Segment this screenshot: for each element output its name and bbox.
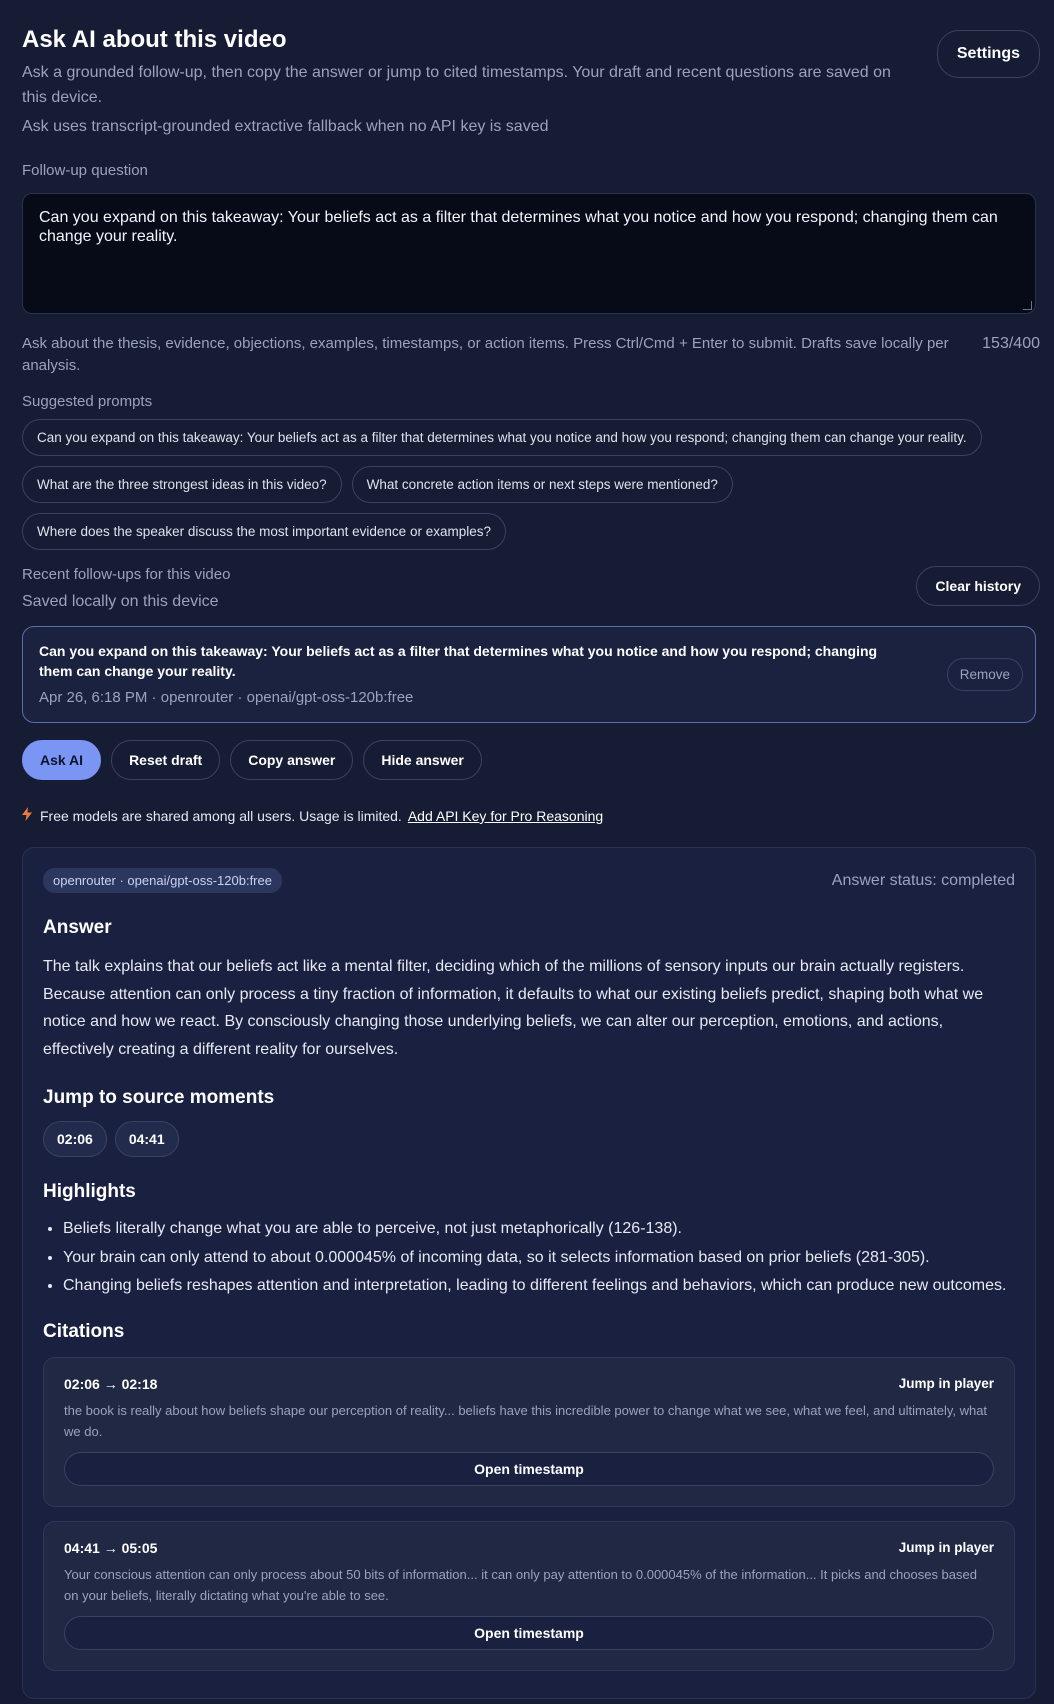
highlight-item: Your brain can only attend to about 0.00… [63,1244,1015,1273]
open-timestamp-button[interactable]: Open timestamp [64,1451,994,1486]
answer-heading: Answer [43,917,112,938]
citation-header: 02:06 → 02:18 Jump in player [64,1376,994,1392]
suggested-prompt-chip[interactable]: Where does the speaker discuss the most … [22,513,506,550]
history-subtitle: Saved locally on this device [22,593,219,610]
history-meta: Apr 26, 6:18 PM · openrouter · openai/gp… [39,689,414,706]
citation-text: the book is really about how beliefs sha… [64,1402,988,1439]
jump-heading: Jump to source moments [43,1087,275,1108]
page-subtitle: Ask a grounded follow-up, then copy the … [22,64,891,106]
timestamp-chip[interactable]: 04:41 [114,1121,179,1157]
question-label: Follow-up question [22,162,148,179]
open-timestamp-button[interactable]: Open timestamp [64,1615,994,1650]
jump-in-player-link[interactable]: Jump in player [899,1376,994,1392]
citation-header: 04:41 → 05:05 Jump in player [64,1540,994,1556]
question-help: Ask about the thesis, evidence, objectio… [22,335,949,374]
jump-in-player-link[interactable]: Jump in player [899,1540,994,1556]
history-title: Recent follow-ups for this video [22,566,231,583]
suggested-prompt-chip[interactable]: Can you expand on this takeaway: Your be… [22,419,982,456]
history-question: Can you expand on this takeaway: Your be… [39,643,878,679]
reset-draft-button[interactable]: Reset draft [111,740,221,780]
history-header: Recent follow-ups for this video Saved l… [22,566,1040,616]
settings-button[interactable]: Settings [936,30,1040,78]
citations-heading: Citations [43,1320,125,1342]
suggested-prompt-chip[interactable]: What concrete action items or next steps… [351,466,733,503]
clear-history-button[interactable]: Clear history [916,566,1040,606]
answer-text: The talk explains that our beliefs act l… [43,958,984,1058]
resize-handle-icon[interactable] [1023,301,1032,310]
remove-history-button[interactable]: Remove [946,658,1023,691]
action-bar: Ask AI Reset draft Copy answer Hide answ… [22,740,1040,780]
copy-answer-button[interactable]: Copy answer [230,740,354,780]
citation-range: 02:06 → 02:18 [64,1375,158,1392]
source-timestamps: 02:06 04:41 [43,1121,1015,1157]
hide-answer-button[interactable]: Hide answer [363,740,482,780]
ask-ai-panel: Ask AI about this video Ask a grounded f… [0,0,1054,1699]
ask-ai-button[interactable]: Ask AI [22,740,102,780]
header: Ask AI about this video Ask a grounded f… [22,26,1040,136]
mode-note: Ask uses transcript-grounded extractive … [22,118,549,135]
page-title: Ask AI about this video [22,26,287,53]
question-textarea[interactable]: Can you expand on this takeaway: Your be… [22,193,1036,314]
answer-top-row: openrouter · openai/gpt-oss-120b:free An… [43,868,1015,893]
highlights-list: Beliefs literally change what you are ab… [43,1215,1015,1301]
answer-status: Answer status: completed [831,871,1015,889]
suggested-prompt-chip[interactable]: What are the three strongest ideas in th… [22,466,342,503]
timestamp-chip[interactable]: 02:06 [43,1121,107,1157]
usage-notice-text: Free models are shared among all users. … [40,808,402,824]
char-counter: 153/400 [982,335,1040,352]
question-help-row: Ask about the thesis, evidence, objectio… [22,333,1040,377]
highlights-heading: Highlights [43,1181,136,1202]
add-api-key-link[interactable]: Add API Key for Pro Reasoning [408,808,603,824]
suggested-prompts: Can you expand on this takeaway: Your be… [22,419,1036,550]
highlight-item: Changing beliefs reshapes attention and … [63,1272,1015,1301]
usage-notice: Free models are shared among all users. … [22,807,1040,825]
answer-panel: openrouter · openai/gpt-oss-120b:free An… [22,847,1036,1699]
citation-text: Your conscious attention can only proces… [64,1566,977,1603]
highlight-item: Beliefs literally change what you are ab… [63,1215,1015,1244]
lightning-icon [22,807,32,825]
model-badge: openrouter · openai/gpt-oss-120b:free [43,868,282,893]
citation-card: 02:06 → 02:18 Jump in player the book is… [43,1356,1015,1507]
suggested-prompts-label: Suggested prompts [22,393,153,410]
citation-card: 04:41 → 05:05 Jump in player Your consci… [43,1520,1015,1671]
question-text: Can you expand on this takeaway: Your be… [39,209,998,245]
history-item[interactable]: Can you expand on this takeaway: Your be… [22,626,1036,723]
citation-range: 04:41 → 05:05 [64,1539,158,1556]
